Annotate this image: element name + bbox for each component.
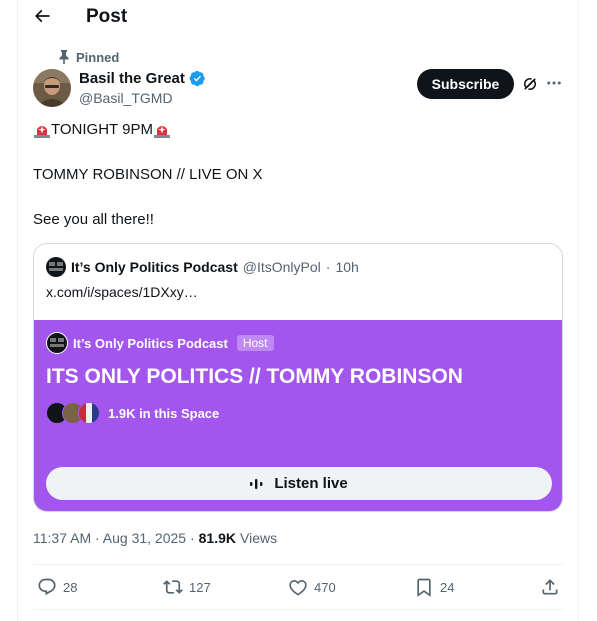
space-listeners-row: 1.9K in this Space	[46, 402, 219, 424]
siren-emoji-icon	[34, 125, 50, 138]
repost-count: 127	[189, 579, 211, 595]
column-border-right	[578, 0, 579, 621]
quoted-separator: ·	[325, 259, 331, 275]
post-text-line-1: TONIGHT 9PM	[33, 121, 171, 138]
bookmark-icon	[417, 578, 431, 597]
more-options-icon[interactable]	[545, 74, 563, 92]
listener-avatars	[46, 402, 100, 424]
reply-icon	[38, 578, 56, 596]
reply-button[interactable]: 28	[37, 577, 77, 597]
author-handle[interactable]: @Basil_TGMD	[79, 90, 173, 106]
page-title: Post	[86, 6, 128, 27]
repost-button[interactable]: 127	[163, 577, 211, 597]
quoted-post-header: It’s Only Politics Podcast @ItsOnlyPol ·…	[46, 257, 359, 277]
bookmark-button[interactable]: 24	[414, 577, 454, 597]
quoted-post-card[interactable]: It’s Only Politics Podcast @ItsOnlyPol ·…	[33, 243, 563, 512]
author-name[interactable]: Basil the Great	[79, 70, 185, 87]
post-text-tonight: TONIGHT 9PM	[51, 121, 153, 138]
repost-icon	[163, 580, 183, 594]
quoted-author-name[interactable]: It’s Only Politics Podcast	[71, 259, 238, 275]
page-header: Post	[18, 0, 578, 34]
quoted-post-time[interactable]: 10h	[335, 259, 358, 275]
author-name-row[interactable]: Basil the Great	[79, 70, 206, 87]
bookmark-count: 24	[440, 579, 455, 595]
post-timestamp[interactable]: 11:37 AM · Aug 31, 2025 ·	[33, 530, 195, 546]
action-bar: 28 127 470 24	[33, 565, 563, 609]
verified-badge-icon[interactable]	[189, 70, 206, 87]
subscribe-button[interactable]: Subscribe	[417, 69, 514, 99]
audio-bars-icon	[250, 478, 263, 489]
post-meta: 11:37 AM · Aug 31, 2025 · 81.9K Views	[33, 530, 277, 546]
space-title: ITS ONLY POLITICS // TOMMY ROBINSON	[46, 365, 463, 388]
post-text-line-3: See you all there!!	[33, 211, 154, 228]
column-border-left	[17, 0, 18, 621]
post-text-line-2: TOMMY ROBINSON // LIVE ON X	[33, 166, 263, 183]
quoted-author-avatar[interactable]	[46, 257, 66, 277]
host-badge: Host	[236, 335, 274, 351]
siren-emoji-icon	[153, 125, 170, 138]
pin-icon	[59, 50, 69, 64]
space-host-row: It’s Only Politics Podcast Host	[46, 332, 274, 354]
listen-live-label: Listen live	[274, 475, 348, 492]
divider	[33, 609, 563, 610]
views-count: 81.9K	[198, 530, 236, 546]
quoted-post-link[interactable]: x.com/i/spaces/1DXxy…	[46, 284, 198, 300]
quoted-author-handle[interactable]: @ItsOnlyPol	[243, 259, 321, 275]
space-host-name: It’s Only Politics Podcast	[73, 335, 228, 351]
pinned-indicator: Pinned	[58, 49, 119, 65]
share-button[interactable]	[540, 577, 560, 597]
pinned-label: Pinned	[76, 49, 120, 65]
grok-icon[interactable]	[521, 75, 539, 93]
heart-icon	[289, 579, 307, 596]
share-icon	[542, 579, 558, 595]
space-host-avatar	[46, 332, 68, 354]
listener-avatar	[78, 402, 100, 424]
like-button[interactable]: 470	[288, 577, 336, 597]
space-card[interactable]: It’s Only Politics Podcast Host ITS ONLY…	[34, 320, 562, 511]
reply-count: 28	[63, 579, 78, 595]
views-label: Views	[240, 530, 278, 546]
listen-live-button[interactable]: Listen live	[46, 467, 552, 500]
arrow-left-icon[interactable]	[32, 6, 52, 26]
like-count: 470	[314, 579, 336, 595]
author-avatar[interactable]	[33, 69, 71, 107]
space-listener-count: 1.9K in this Space	[108, 405, 220, 421]
